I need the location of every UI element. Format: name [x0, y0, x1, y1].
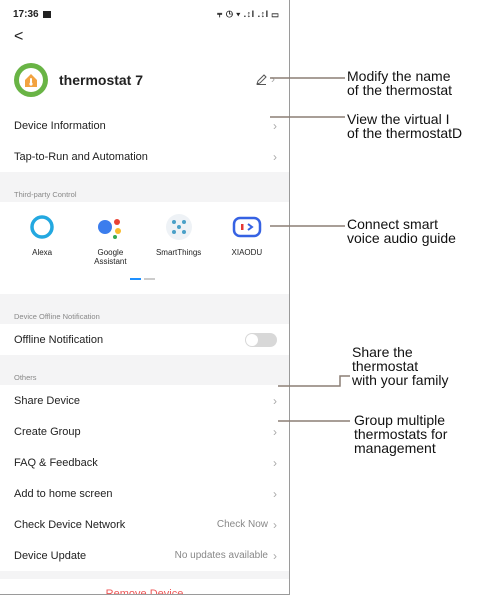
- annotation-group: Group multiple thermostats for management: [354, 412, 448, 456]
- annotation-view-virtual: View the virtual Iof the thermostatD: [347, 111, 463, 141]
- annotation-connect-voice: Connect smart voice audio guide: [347, 216, 456, 246]
- annotation-modify-name: Modify the name of the thermostat: [347, 68, 453, 98]
- annotation-share: Share the thermostat with your family: [352, 344, 449, 388]
